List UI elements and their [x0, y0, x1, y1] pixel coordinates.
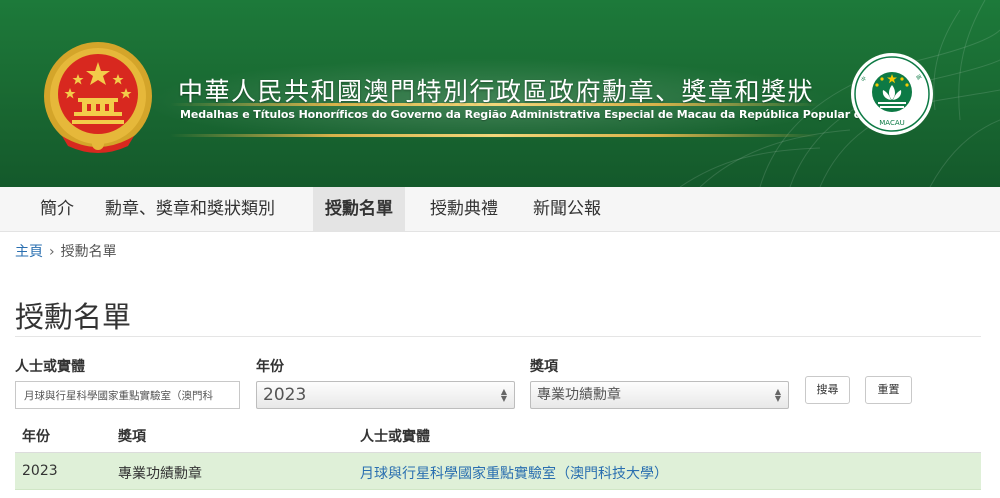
search-button[interactable]: 搜尋 — [805, 376, 850, 404]
person-label: 人士或實體 — [15, 359, 85, 375]
breadcrumb-current: 授勳名單 — [60, 244, 117, 260]
site-title-portuguese: Medalhas e Títulos Honoríficos do Govern… — [180, 108, 908, 121]
national-emblem-icon — [44, 42, 152, 153]
gold-line-bottom — [170, 134, 820, 137]
person-input[interactable] — [15, 381, 240, 409]
breadcrumb: 主頁 › 授勳名單 — [15, 241, 117, 261]
title-divider — [15, 336, 981, 337]
nav-item-intro[interactable]: 簡介 — [40, 187, 74, 231]
nav-item-ceremony[interactable]: 授勳典禮 — [430, 187, 498, 231]
select-arrows-icon: ▲ ▼ — [500, 387, 507, 403]
award-label: 獎項 — [530, 359, 558, 375]
year-label: 年份 — [256, 359, 284, 375]
table-row: 2023 專業功績勳章 月球與行星科學國家重點實驗室（澳門科技大學） — [15, 453, 981, 490]
breadcrumb-separator-icon: › — [49, 244, 55, 260]
macau-emblem-label: MACAU — [879, 119, 905, 127]
select-arrows-icon: ▲ ▼ — [774, 387, 781, 403]
cell-year: 2023 — [22, 463, 58, 479]
year-select[interactable]: 2023 ▲ ▼ — [256, 381, 515, 409]
nav-item-award-list[interactable]: 授勳名單 — [313, 187, 405, 231]
nav-item-press[interactable]: 新聞公報 — [533, 187, 601, 231]
year-select-value: 2023 — [263, 385, 307, 405]
reset-button[interactable]: 重置 — [865, 376, 912, 404]
nav-item-categories[interactable]: 勳章、獎章和獎狀類別 — [105, 187, 275, 231]
column-header-entity: 人士或實體 — [360, 429, 430, 445]
column-header-year: 年份 — [22, 429, 50, 445]
main-nav: 簡介 勳章、獎章和獎狀類別 授勳名單 授勳典禮 新聞公報 — [0, 187, 1000, 232]
breadcrumb-home-link[interactable]: 主頁 — [15, 244, 43, 260]
cell-entity-link[interactable]: 月球與行星科學國家重點實驗室（澳門科技大學） — [360, 463, 668, 483]
award-select[interactable]: 專業功績勳章 ▲ ▼ — [530, 381, 789, 409]
page-title: 授勳名單 — [15, 300, 132, 334]
award-select-value: 專業功績勳章 — [537, 387, 621, 403]
column-header-award: 獎項 — [118, 429, 146, 445]
cell-award: 專業功績勳章 — [118, 466, 202, 482]
macau-emblem-icon: 中 區 MACAU — [851, 53, 933, 135]
header-banner: 中華人民共和國澳門特別行政區政府勳章、獎章和獎狀 Medalhas e Títu… — [0, 0, 1000, 187]
site-title-chinese: 中華人民共和國澳門特別行政區政府勳章、獎章和獎狀 — [178, 77, 815, 106]
